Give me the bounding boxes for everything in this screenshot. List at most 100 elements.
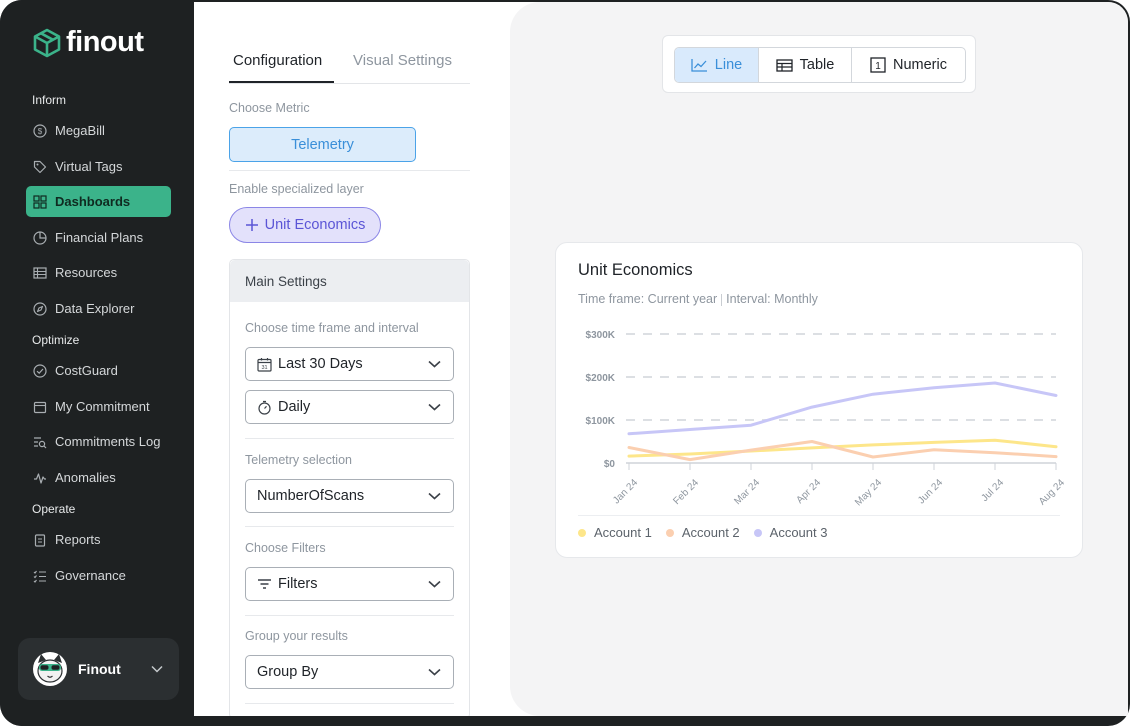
view-table-button[interactable]: Table [759,48,852,82]
x-tick-label: Jul 24 [979,477,1006,504]
pie-icon [33,230,47,245]
finout-logo[interactable]: finout [32,26,144,59]
divider [229,170,470,171]
view-toggle: Line Table 1 Numeric [662,35,976,93]
unit-economics-button[interactable]: Unit Economics [229,207,381,243]
dollar-icon: $ [33,123,47,138]
logo-text: finout [66,26,144,58]
legend-item[interactable]: Account 2 [665,525,740,540]
x-tick-label: May 24 [853,477,884,508]
telemetry-selection-label: Telemetry selection [245,453,352,467]
svg-text:1: 1 [875,61,881,72]
app-window: finout Inform $ MegaBill Virtual Tags Da… [0,0,1130,726]
search-list-icon [34,436,47,448]
compass-icon [33,301,47,316]
sidebar-item-data-explorer[interactable]: Data Explorer [26,293,171,324]
preview-area: Line Table 1 Numeric Unit Economics Time… [510,2,1128,716]
sidebar-item-label: Data Explorer [55,301,135,316]
legend-swatch [578,528,586,537]
view-line-button[interactable]: Line [675,48,759,82]
section-operate: Operate [32,502,76,516]
legend-swatch [753,528,762,537]
list-icon [33,266,47,279]
divider [245,438,454,439]
tab-visual-settings[interactable]: Visual Settings [353,52,452,69]
filter-icon [258,579,271,589]
section-inform: Inform [32,93,67,107]
sidebar-item-virtual-tags[interactable]: Virtual Tags [26,151,171,182]
sidebar-item-resources[interactable]: Resources [26,257,171,288]
x-tick-label: Jan 24 [611,477,640,506]
filters-label: Choose Filters [245,541,326,555]
sidebar-item-label: MegaBill [55,123,105,138]
cat-avatar-icon [33,652,67,686]
subtitle-separator [721,293,723,306]
group-by-select[interactable]: Group By [245,655,454,689]
chevron-down-icon [428,360,441,368]
filters-select[interactable]: Filters [245,567,454,601]
x-tick-label: Apr 24 [795,477,824,506]
legend-swatch [665,528,674,537]
sidebar-item-anomalies[interactable]: Anomalies [26,462,171,493]
sidebar-item-label: Reports [55,532,101,547]
sidebar-item-governance[interactable]: Governance [26,560,171,591]
sidebar: finout Inform $ MegaBill Virtual Tags Da… [0,0,194,726]
chevron-down-icon[interactable] [151,665,163,673]
interval-select[interactable]: Daily [245,390,454,424]
interval-value: Daily [278,399,311,415]
chevron-down-icon [428,580,441,588]
x-tick-label: Aug 24 [1037,477,1067,507]
chart-timeframe: Time frame: Current year [578,292,718,306]
sidebar-item-costguard[interactable]: CostGuard [26,355,171,386]
sidebar-item-label: My Commitment [55,399,150,414]
telemetry-select[interactable]: NumberOfScans [245,479,454,513]
telemetry-metric-button[interactable]: Telemetry [229,127,416,162]
checklist-icon [33,570,46,583]
calendar-icon: 31 [257,357,272,372]
sidebar-item-label: Governance [55,568,126,583]
legend-divider [578,515,1060,516]
series-line-2 [627,440,1058,462]
legend-item[interactable]: Account 1 [578,525,652,540]
main-settings-title: Main Settings [230,260,469,302]
y-tick-label: $100K [586,416,616,427]
sidebar-item-financial-plans[interactable]: Financial Plans [26,222,171,253]
clipboard-icon [34,533,46,547]
time-frame-value: Last 30 Days [278,356,363,372]
divider [245,615,454,616]
svg-text:31: 31 [261,365,267,371]
account-switcher[interactable]: Finout [18,638,179,700]
chevron-down-icon [428,668,441,676]
divider [245,526,454,527]
y-tick-label: $200K [586,373,616,384]
legend-item[interactable]: Account 3 [753,525,828,540]
section-optimize: Optimize [32,333,80,347]
main-settings-panel: Main Settings Choose time frame and inte… [229,259,470,716]
line-chart: $0 $100K $200K $300K Jan 24 Feb 24 Mar 24 Apr 2… [586,330,1068,508]
main-panel: Configuration Visual Settings Choose Met… [194,2,1128,716]
sidebar-item-label: Dashboards [55,194,131,209]
active-tab-indicator [229,81,334,83]
x-tick-label: Jun 24 [916,477,945,506]
chart-title: Unit Economics [578,261,693,279]
legend-label: Account 3 [769,525,828,540]
tab-configuration[interactable]: Configuration [233,52,322,69]
sidebar-item-label: CostGuard [55,363,118,378]
sidebar-item-label: Resources [55,265,118,280]
y-tick-label: $0 [604,459,616,470]
unit-economics-label: Unit Economics [264,217,366,233]
view-numeric-button[interactable]: 1 Numeric [852,48,965,82]
y-tick-label: $300K [586,330,616,341]
sidebar-item-commitments-log[interactable]: Commitments Log [26,426,171,457]
sidebar-item-dashboards[interactable]: Dashboards [26,186,171,217]
view-table-label: Table [799,57,835,73]
grid-icon [33,194,47,209]
choose-metric-label: Choose Metric [229,101,310,115]
check-circle-icon [33,363,47,378]
calendar-icon [33,401,47,413]
time-frame-select[interactable]: 31 Last 30 Days [245,347,454,381]
sidebar-item-reports[interactable]: Reports [26,524,171,555]
sidebar-item-megabill[interactable]: $ MegaBill [26,115,171,146]
group-by-label: Group your results [245,629,348,643]
sidebar-item-my-commitment[interactable]: My Commitment [26,391,171,422]
